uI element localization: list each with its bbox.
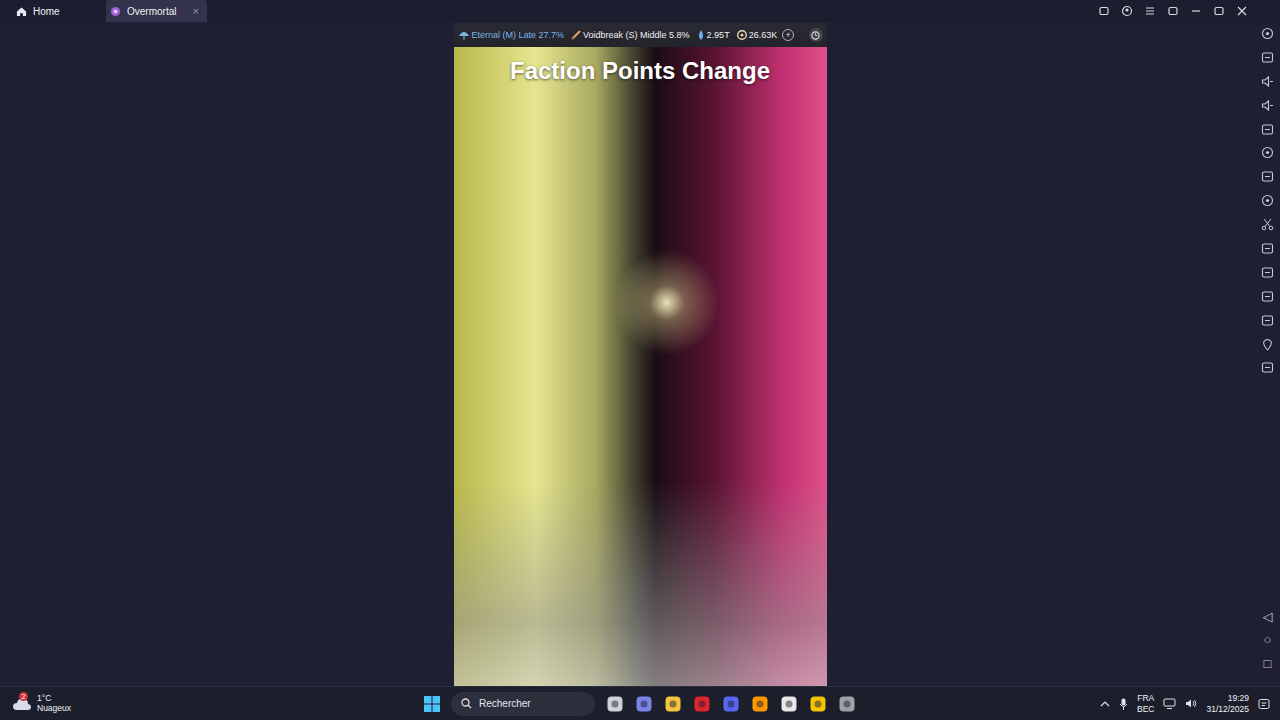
spirit-stones-text: 26.63K xyxy=(749,30,778,40)
tab[interactable]: Overmortal × xyxy=(106,0,207,22)
home-icon xyxy=(16,6,27,17)
location-icon[interactable] xyxy=(1261,338,1274,351)
opera-icon[interactable] xyxy=(693,695,711,713)
window-controls xyxy=(1098,0,1280,22)
pin-icon[interactable] xyxy=(1167,5,1179,17)
notification-icon[interactable] xyxy=(1258,698,1270,710)
android-nav-button[interactable]: □ xyxy=(1264,657,1272,671)
taskbar: 2 1°C Nuageux Rechercher FRA BEC 19:29 3… xyxy=(0,686,1280,720)
operation-icon[interactable] xyxy=(1261,266,1274,279)
keyboard-layout: BEC xyxy=(1137,704,1154,714)
shake-icon[interactable] xyxy=(1261,290,1274,303)
weapon-status[interactable]: Voidbreak (S) Middle 5.8% xyxy=(571,30,690,40)
gamepad-icon[interactable] xyxy=(1098,5,1110,17)
clock-button[interactable] xyxy=(809,28,823,42)
volume-down-icon[interactable] xyxy=(1261,99,1274,112)
realm-text: Eternal (M) Late 27.7% xyxy=(472,30,565,40)
faction-art: Faction Points Change xyxy=(454,47,827,686)
drop-icon xyxy=(697,30,705,40)
ldplayer-icon[interactable] xyxy=(809,695,827,713)
restore-icon[interactable] xyxy=(1213,5,1225,17)
emulator-toolbar: ◁ ○ □ xyxy=(1255,22,1280,686)
clock-icon xyxy=(811,31,820,40)
app-icon[interactable] xyxy=(780,695,798,713)
install-icon[interactable] xyxy=(1261,170,1274,183)
spirit-stones-status[interactable]: 26.63K + xyxy=(737,29,795,41)
clock-time: 19:29 xyxy=(1228,693,1249,703)
search-placeholder: Rechercher xyxy=(479,698,531,709)
tab-list: Home Overmortal × xyxy=(0,0,207,22)
user-icon[interactable] xyxy=(1121,5,1133,17)
menu-icon[interactable] xyxy=(1144,5,1156,17)
realm-status[interactable]: Eternal (M) Late 27.7% xyxy=(458,30,565,40)
minimize-icon[interactable] xyxy=(1190,5,1202,17)
search-icon xyxy=(461,698,472,709)
record-icon[interactable] xyxy=(1261,194,1274,207)
screenshot-icon[interactable] xyxy=(1261,123,1274,136)
close-icon[interactable] xyxy=(1236,5,1248,17)
coin-icon xyxy=(737,30,747,40)
weather-temperature: 1°C xyxy=(37,694,71,704)
task-view-icon[interactable] xyxy=(606,695,624,713)
chrome-icon[interactable] xyxy=(838,695,856,713)
umbrella-icon xyxy=(458,30,470,40)
hidden-icons-chevron-icon[interactable] xyxy=(1100,700,1110,708)
emulator-title-bar: Home Overmortal × xyxy=(0,0,1280,22)
emulator-display: Eternal (M) Late 27.7% Voidbreak (S) Mid… xyxy=(0,22,1255,686)
rotate-icon[interactable] xyxy=(1261,361,1274,374)
weapon-text: Voidbreak (S) Middle 5.8% xyxy=(583,30,690,40)
discord-icon[interactable] xyxy=(722,695,740,713)
volume-up-icon[interactable] xyxy=(1261,75,1274,88)
essence-status[interactable]: 2.95T xyxy=(697,30,730,40)
network-icon[interactable] xyxy=(1163,698,1176,709)
scissors-icon[interactable] xyxy=(1261,218,1274,231)
tab-label: Home xyxy=(33,6,94,17)
game-status-bar: Eternal (M) Late 27.7% Voidbreak (S) Mid… xyxy=(454,23,827,47)
weather-condition: Nuageux xyxy=(37,704,71,714)
system-clock[interactable]: 19:29 31/12/2025 xyxy=(1206,693,1249,713)
folder-icon[interactable] xyxy=(1261,314,1274,327)
android-navigation: ◁ ○ □ xyxy=(1263,610,1273,671)
microphone-icon[interactable] xyxy=(1119,698,1128,710)
game-screen[interactable]: Eternal (M) Late 27.7% Voidbreak (S) Mid… xyxy=(454,23,827,686)
sublime-icon[interactable] xyxy=(751,695,769,713)
weather-widget[interactable]: 2 1°C Nuageux xyxy=(12,694,424,714)
tab-close-button[interactable]: × xyxy=(192,5,198,17)
screen-title: Faction Points Change xyxy=(510,47,770,85)
tab-label: Overmortal xyxy=(127,6,176,17)
search-box[interactable]: Rechercher xyxy=(451,692,595,716)
windows-start-icon[interactable] xyxy=(424,696,440,712)
language-code: FRA xyxy=(1137,693,1154,703)
tab[interactable]: Home xyxy=(12,0,102,22)
clock-date: 31/12/2025 xyxy=(1206,704,1249,714)
weather-badge: 2 xyxy=(19,692,28,701)
desktop: Home Overmortal × Eternal (M) Late 27.7%… xyxy=(0,0,1280,720)
essence-text: 2.95T xyxy=(707,30,730,40)
emulator-body: Eternal (M) Late 27.7% Voidbreak (S) Mid… xyxy=(0,22,1280,686)
explorer-icon[interactable] xyxy=(664,695,682,713)
speaker-icon[interactable] xyxy=(1185,698,1197,709)
multi-instance-icon[interactable] xyxy=(1261,242,1274,255)
add-button[interactable]: + xyxy=(782,29,794,41)
android-nav-button[interactable]: ○ xyxy=(1264,633,1272,647)
language-indicator[interactable]: FRA BEC xyxy=(1137,693,1154,713)
android-nav-button[interactable]: ◁ xyxy=(1263,610,1273,624)
sync-icon[interactable] xyxy=(1261,146,1274,159)
settings-icon[interactable] xyxy=(1261,27,1274,40)
teams-icon[interactable] xyxy=(635,695,653,713)
game-icon xyxy=(110,6,121,17)
sword-icon xyxy=(571,30,581,40)
keyboard-icon[interactable] xyxy=(1261,51,1274,64)
